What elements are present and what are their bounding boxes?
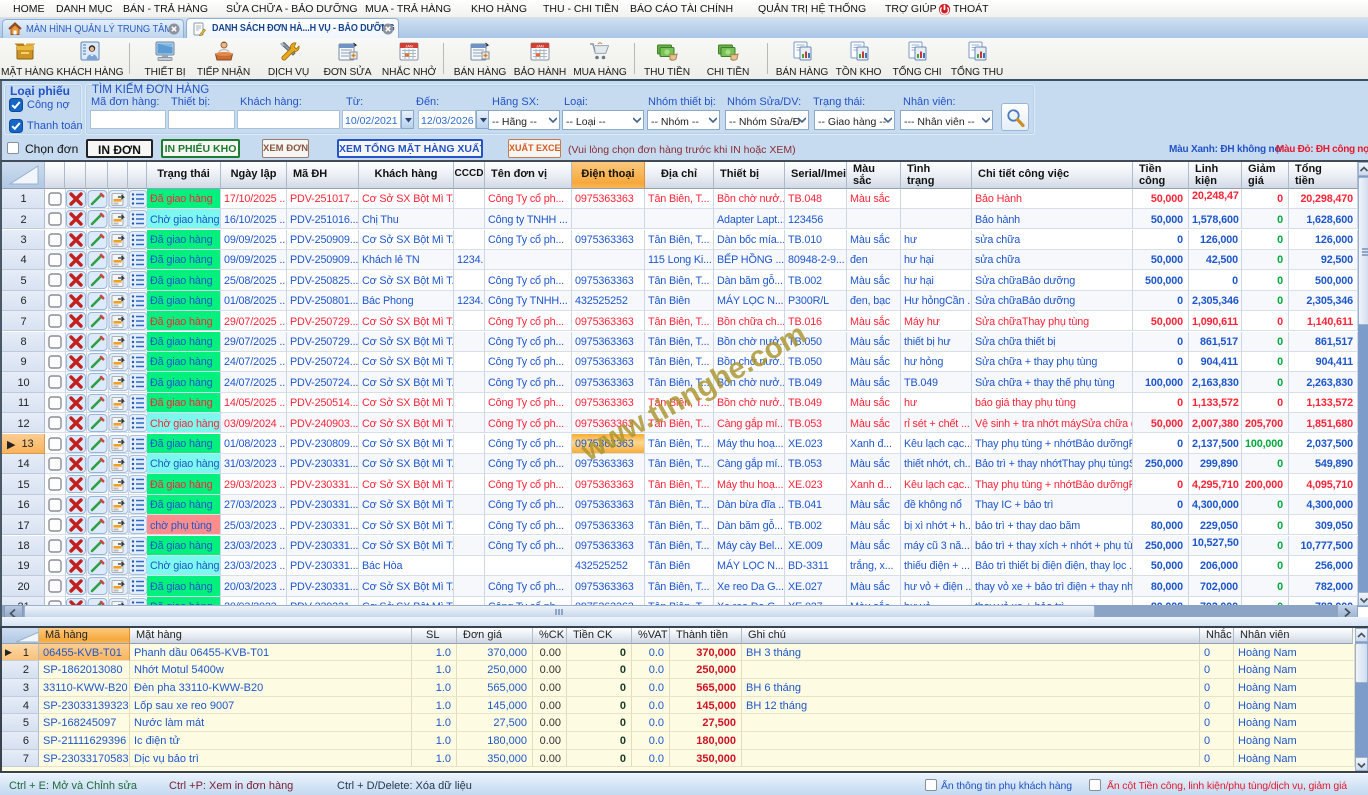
svg-text:JAN: JAN bbox=[536, 43, 544, 48]
svg-text:JAN: JAN bbox=[405, 43, 413, 48]
